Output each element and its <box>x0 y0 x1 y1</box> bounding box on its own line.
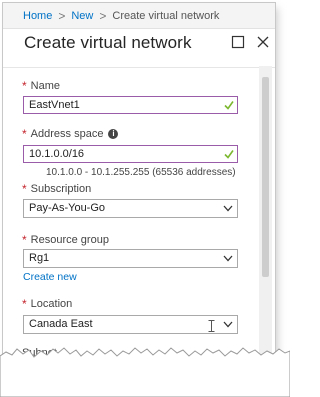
breadcrumb-home-link[interactable]: Home <box>23 10 52 22</box>
required-marker: * <box>22 233 27 247</box>
name-label: * Name <box>22 79 60 93</box>
address-space-label: * Address space i <box>22 127 119 141</box>
scrollbar-thumb[interactable] <box>262 77 269 277</box>
name-field[interactable]: EastVnet1 <box>23 96 238 114</box>
subscription-label-text: Subscription <box>30 183 92 195</box>
breadcrumb-separator: > <box>99 8 107 23</box>
chevron-down-icon <box>223 321 233 328</box>
page-title: Create virtual network <box>24 33 192 52</box>
blade-header: Create virtual network <box>3 29 275 68</box>
subscription-select[interactable]: Pay-As-You-Go <box>23 199 238 218</box>
required-marker: * <box>22 127 27 141</box>
name-field-value: EastVnet1 <box>29 99 80 111</box>
checkmark-icon <box>224 150 234 159</box>
chevron-down-icon <box>223 205 233 212</box>
address-range-hint: 10.1.0.0 - 10.1.255.255 (65536 addresses… <box>46 167 236 178</box>
breadcrumb: Home > New > Create virtual network <box>3 3 275 29</box>
create-new-link[interactable]: Create new <box>23 271 77 283</box>
close-icon[interactable] <box>256 35 270 49</box>
required-marker: * <box>22 297 27 311</box>
location-select[interactable]: Canada East <box>23 315 238 334</box>
breadcrumb-new-link[interactable]: New <box>71 10 93 22</box>
resource-group-label: * Resource group <box>22 233 109 247</box>
resource-group-select[interactable]: Rg1 <box>23 249 238 268</box>
address-space-label-text: Address space <box>30 128 104 140</box>
address-space-field[interactable]: 10.1.0.0/16 <box>23 145 238 163</box>
subscription-label: * Subscription <box>22 182 91 196</box>
torn-edge <box>0 347 290 397</box>
chevron-down-icon <box>223 255 233 262</box>
resource-group-label-text: Resource group <box>30 234 109 246</box>
breadcrumb-current: Create virtual network <box>112 9 220 22</box>
resource-group-value: Rg1 <box>29 252 50 264</box>
breadcrumb-separator: > <box>58 8 66 23</box>
info-icon[interactable]: i <box>108 129 119 139</box>
text-cursor-icon <box>208 320 215 332</box>
required-marker: * <box>22 79 27 93</box>
checkmark-icon <box>224 101 234 110</box>
subscription-value: Pay-As-You-Go <box>29 202 106 214</box>
name-label-text: Name <box>30 80 61 92</box>
maximize-icon[interactable] <box>231 35 245 49</box>
required-marker: * <box>22 182 27 196</box>
location-value: Canada East <box>29 318 93 330</box>
address-space-value: 10.1.0.0/16 <box>29 148 85 160</box>
location-label: * Location <box>22 297 72 311</box>
location-label-text: Location <box>30 298 73 310</box>
